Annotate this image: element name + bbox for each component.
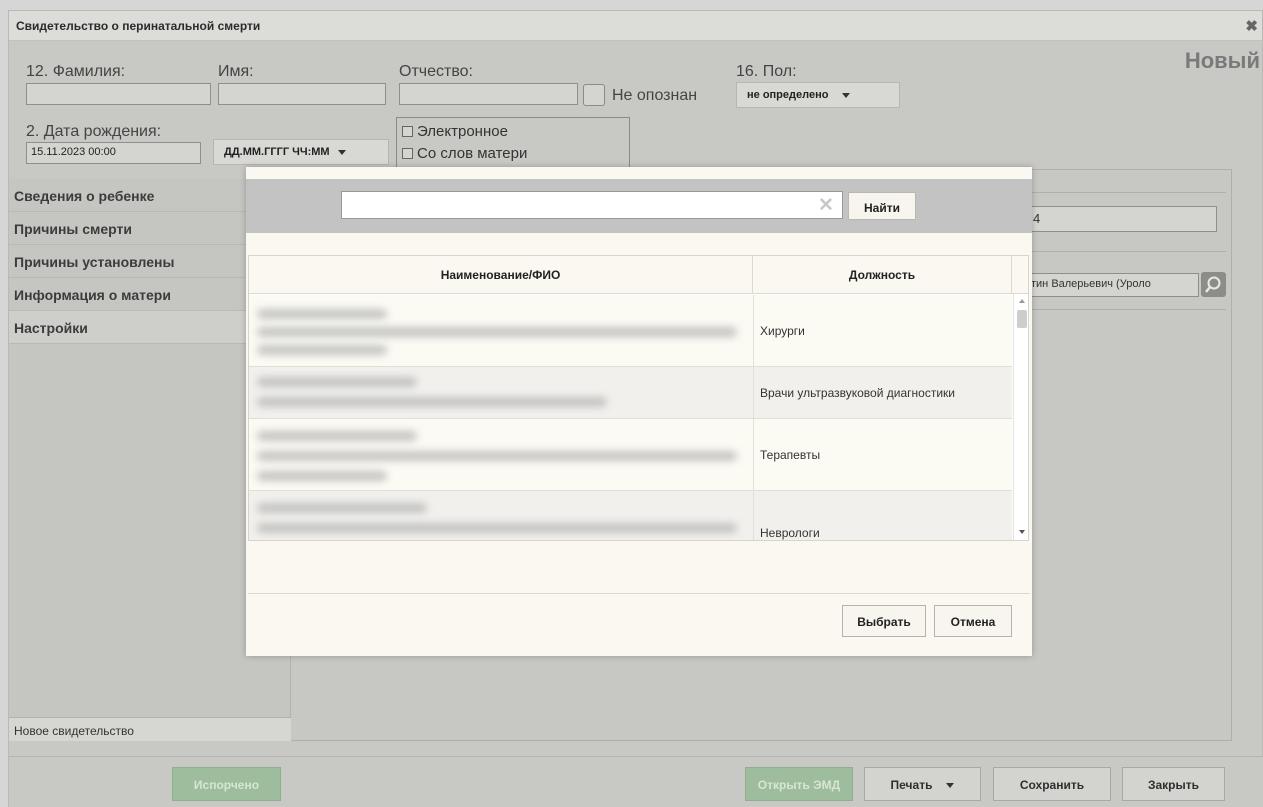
name-cell-redacted: [249, 295, 753, 366]
settings-field[interactable]: 4: [1026, 206, 1217, 232]
results-table: Наименование/ФИО Должность Хирурги Врачи…: [248, 255, 1029, 541]
doctor-search-button[interactable]: [1201, 272, 1226, 297]
redacted-text: [257, 377, 417, 387]
employee-select-dialog: ✕ Найти Наименование/ФИО Должность Хирур…: [246, 167, 1032, 656]
divider: [1026, 192, 1226, 193]
electronic-label: Электронное: [417, 123, 508, 140]
redacted-text: [257, 471, 387, 481]
column-header-name[interactable]: Наименование/ФИО: [249, 256, 753, 294]
redacted-text: [257, 523, 737, 533]
unidentified-checkbox[interactable]: [583, 84, 605, 106]
print-label: Печать: [890, 778, 933, 792]
mother-words-checkbox[interactable]: [402, 148, 413, 159]
scroll-thumb[interactable]: [1017, 310, 1027, 328]
status-label: Новый: [1184, 48, 1260, 73]
name-label: Имя:: [218, 63, 254, 80]
name-cell-redacted: [249, 367, 753, 418]
divider: [248, 593, 1030, 594]
chevron-down-icon: [842, 92, 851, 98]
name-cell-redacted: [249, 419, 753, 490]
patronymic-field[interactable]: [399, 83, 578, 105]
patronymic-label: Отчество:: [399, 63, 473, 80]
spoiled-button[interactable]: Испорчено: [172, 767, 281, 801]
birthdate-field[interactable]: 15.11.2023 00:00: [26, 142, 201, 164]
find-button[interactable]: Найти: [848, 192, 916, 220]
redacted-text: [257, 345, 387, 355]
position-cell: Хирурги: [753, 295, 1012, 366]
chevron-down-icon: [946, 783, 955, 789]
print-button[interactable]: Печать: [864, 767, 981, 801]
checkbox-group: Электронное Со слов матери: [396, 117, 630, 169]
electronic-checkbox[interactable]: [402, 126, 413, 137]
position-cell: Терапевты: [753, 419, 1012, 490]
title-bar: Свидетельство о перинатальной смерти ✖: [9, 11, 1262, 41]
unidentified-label: Не опознан: [612, 87, 698, 104]
sex-label: 16. Пол:: [736, 63, 797, 80]
redacted-text: [257, 431, 417, 441]
table-header: Наименование/ФИО Должность: [249, 256, 1028, 294]
window-title: Свидетельство о перинатальной смерти: [16, 19, 261, 33]
redacted-text: [257, 451, 737, 461]
date-format-value: ДД.ММ.ГГГГ ЧЧ:ММ: [224, 146, 330, 158]
open-emd-button[interactable]: Открыть ЭМД: [745, 767, 853, 801]
table-row[interactable]: Врачи ультразвуковой диагностики: [249, 367, 1012, 419]
cancel-button[interactable]: Отмена: [934, 605, 1012, 637]
doctor-field[interactable]: тин Валерьевич (Уроло: [1026, 273, 1199, 297]
redacted-text: [257, 327, 737, 337]
electronic-option[interactable]: Электронное: [402, 123, 508, 140]
divider: [1026, 309, 1226, 310]
surname-label: 12. Фамилия:: [26, 63, 126, 80]
table-scrollbar[interactable]: [1013, 294, 1028, 540]
name-field[interactable]: [218, 83, 386, 105]
birthdate-label: 2. Дата рождения:: [26, 123, 162, 140]
scroll-up-icon[interactable]: [1019, 299, 1025, 303]
column-header-position[interactable]: Должность: [753, 256, 1012, 294]
table-row[interactable]: Неврологи: [249, 491, 1012, 540]
close-icon[interactable]: ✖: [1245, 17, 1258, 35]
save-button[interactable]: Сохранить: [993, 767, 1111, 801]
close-button[interactable]: Закрыть: [1122, 767, 1225, 801]
table-row[interactable]: Хирурги: [249, 295, 1012, 367]
search-input[interactable]: [341, 191, 843, 219]
mother-words-option[interactable]: Со слов матери: [402, 145, 527, 162]
tab-new-certificate[interactable]: Новое свидетельство: [9, 717, 291, 741]
name-cell-redacted: [249, 491, 753, 540]
scroll-down-icon[interactable]: [1019, 530, 1025, 534]
position-cell: Врачи ультразвуковой диагностики: [753, 367, 1012, 418]
sex-dropdown[interactable]: не определено: [736, 82, 900, 108]
surname-field[interactable]: [26, 83, 211, 105]
select-button[interactable]: Выбрать: [842, 605, 926, 637]
redacted-text: [257, 397, 607, 407]
date-format-dropdown[interactable]: ДД.ММ.ГГГГ ЧЧ:ММ: [213, 139, 389, 165]
mother-words-label: Со слов матери: [417, 145, 528, 162]
search-icon: [1205, 276, 1221, 293]
divider: [1026, 251, 1226, 252]
position-cell: Неврологи: [753, 491, 1012, 540]
table-row[interactable]: Терапевты: [249, 419, 1012, 491]
search-bar: ✕ Найти: [246, 179, 1032, 233]
chevron-down-icon: [337, 149, 346, 155]
sex-value: не определено: [747, 89, 829, 101]
redacted-text: [257, 309, 387, 319]
redacted-text: [257, 503, 427, 513]
